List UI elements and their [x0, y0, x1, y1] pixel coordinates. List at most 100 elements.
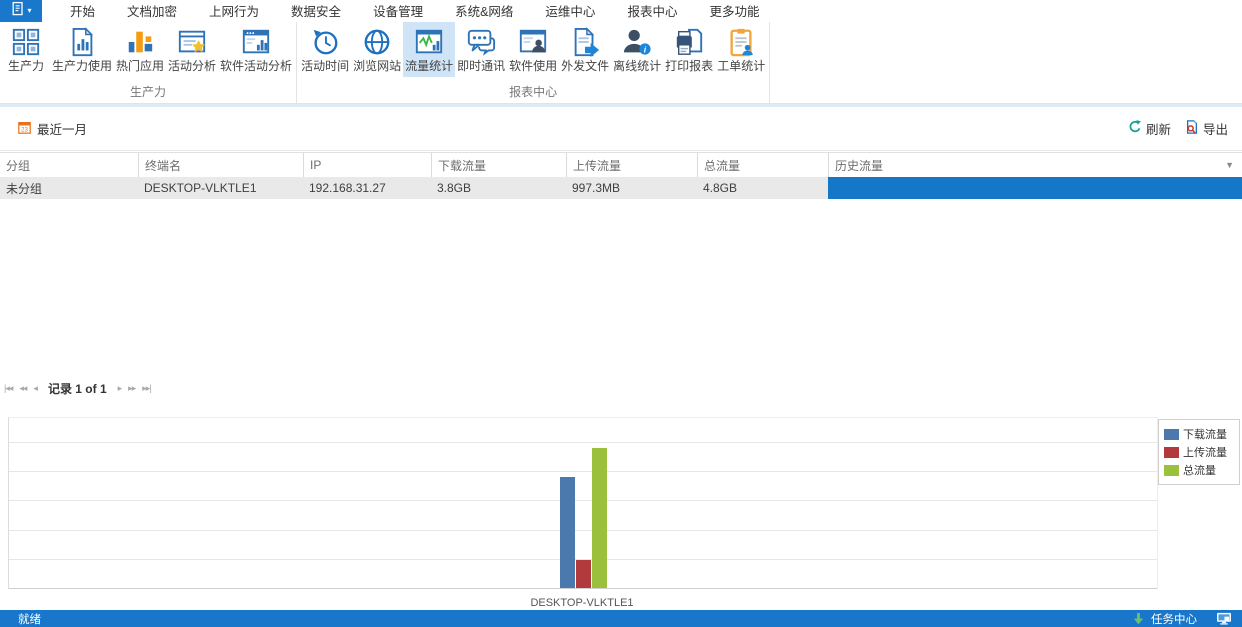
column-header-label: 终端名: [145, 158, 182, 173]
column-header-history[interactable]: 历史流量 ▼: [828, 153, 1242, 177]
tab-5[interactable]: 设备管理: [357, 0, 439, 22]
ribbon-item-label: 浏览网站: [353, 59, 402, 73]
chart-plot-area: [8, 417, 1158, 589]
last-right-page-button[interactable]: ▸▸|: [142, 383, 151, 393]
app-menu-button[interactable]: ▾: [0, 0, 42, 22]
tab-2[interactable]: 文档加密: [111, 0, 193, 22]
tab-label: 设备管理: [373, 5, 424, 19]
clock-icon: [310, 27, 340, 57]
chart-gridline: [9, 529, 1157, 531]
ribbon-item-label: 外发文件: [561, 59, 610, 73]
cell-terminal: DESKTOP-VLKTLE1: [144, 181, 257, 195]
export-label: 导出: [1202, 123, 1228, 137]
date-range-label: 最近一月: [37, 123, 88, 137]
export-button[interactable]: 导出: [1185, 119, 1228, 138]
ribbon-item-label: 软件使用: [509, 59, 558, 73]
legend-label: 下载流量: [1183, 429, 1227, 441]
ribbon-group-label: 报表中心: [509, 85, 558, 99]
ribbon-item-label: 流量统计: [405, 59, 454, 73]
bar-上传流量[interactable]: [575, 559, 591, 588]
ribbon-group: 活动时间 浏览网站 流量统计 即时通讯 软件使用 外发文件 i 离线统计 打印报表 工单统计报表中…: [297, 22, 771, 103]
ribbon-item-traffic[interactable]: 流量统计: [403, 22, 456, 77]
ribbon-item-grid[interactable]: 生产力: [2, 22, 50, 77]
column-header-label: 下载流量: [438, 158, 487, 173]
doc-chart-icon: [67, 27, 97, 57]
ribbon-item-label: 工单统计: [717, 59, 766, 73]
status-bar: 就绪 任务中心: [0, 610, 1242, 627]
hot-apps-icon: [125, 27, 155, 57]
ribbon-item-globe[interactable]: 浏览网站: [351, 22, 403, 77]
column-header-label: 历史流量: [835, 158, 884, 173]
column-header-upload[interactable]: 上传流量: [566, 153, 697, 177]
workorder-icon: [726, 27, 756, 57]
column-header-download[interactable]: 下载流量: [431, 153, 566, 177]
ribbon-group-items: 生产力 生产力使用 热门应用 活动分析 软件活动分析: [2, 22, 294, 83]
tab-4[interactable]: 数据安全: [275, 0, 357, 22]
legend-item: 总流量: [1164, 462, 1234, 478]
tab-9[interactable]: 更多功能: [693, 0, 775, 22]
ribbon-group: 生产力 生产力使用 热门应用 活动分析 软件活动分析 生产力: [0, 22, 298, 103]
calendar-icon: 23: [18, 121, 31, 137]
legend-swatch: [1164, 446, 1179, 458]
column-header-label: 总流量: [704, 158, 741, 173]
last-left-page-button[interactable]: |◂◂: [4, 383, 13, 393]
ribbon-item-chat[interactable]: 即时通讯: [455, 22, 507, 77]
column-header-total[interactable]: 总流量: [697, 153, 828, 177]
tab-label: 开始: [70, 5, 96, 19]
monitor-icon[interactable]: [1216, 612, 1232, 625]
column-header-ip[interactable]: IP: [303, 153, 431, 177]
ribbon-item-label: 生产力: [7, 59, 44, 73]
chart-legend: 下载流量上传流量总流量: [1158, 419, 1240, 485]
column-header-terminal[interactable]: 终端名: [138, 153, 303, 177]
ribbon-item-workorder[interactable]: 工单统计: [715, 22, 767, 77]
task-center-button[interactable]: 任务中心: [1151, 611, 1197, 627]
ribbon-toolbar: 生产力 生产力使用 热门应用 活动分析 软件活动分析 生产力 活动时间 浏览网站 流量统计 即时通…: [0, 22, 1242, 104]
tab-8[interactable]: 报表中心: [611, 0, 693, 24]
column-header-label: 分组: [6, 158, 31, 173]
cell-total: 4.8GB: [703, 181, 738, 195]
fast-backward-button[interactable]: ◂◂: [19, 383, 27, 393]
ribbon-item-file-out[interactable]: 外发文件: [559, 22, 611, 77]
ribbon-item-offline[interactable]: i 离线统计: [611, 22, 663, 77]
record-count-label: 记录 1 of 1: [47, 381, 107, 396]
date-range-filter[interactable]: 23 最近一月: [18, 119, 87, 138]
ribbon-item-activity-star[interactable]: 活动分析: [166, 22, 218, 77]
ribbon-item-hot-apps[interactable]: 热门应用: [114, 22, 166, 77]
tab-label: 运维中心: [545, 5, 596, 19]
traffic-table: 分组 终端名 IP 下载流量 上传流量 总流量 历史流量 ▼ 未分组 DESKTOP-VLKTL…: [0, 152, 1242, 199]
chevron-down-icon: ▾: [27, 6, 32, 15]
table-row[interactable]: 未分组 DESKTOP-VLKTLE1 192.168.31.27 3.8GB 997.…: [0, 177, 1242, 199]
refresh-icon: [1128, 120, 1142, 137]
ribbon-group-label: 生产力: [130, 85, 167, 99]
ribbon-item-printer[interactable]: 打印报表: [663, 22, 715, 77]
bar-下载流量[interactable]: [559, 476, 575, 588]
tab-6[interactable]: 系统&网络: [439, 0, 529, 22]
legend-item: 上传流量: [1164, 444, 1234, 460]
pagination: |◂◂ ◂◂ ◂ 记录 1 of 1 ▸ ▸▸ ▸▸|: [0, 379, 1242, 397]
next-page-button[interactable]: ▸: [118, 383, 122, 393]
column-filter-dropdown-icon[interactable]: ▼: [1225, 160, 1234, 170]
ribbon-item-software-user[interactable]: 软件使用: [507, 22, 559, 77]
tab-3[interactable]: 上网行为: [193, 0, 275, 22]
filter-actions: 刷新 导出: [1128, 119, 1228, 138]
category-label: DESKTOP-VLKTLE1: [530, 597, 634, 609]
bar-总流量[interactable]: [591, 447, 607, 588]
legend-swatch: [1164, 428, 1179, 440]
legend-item: 下载流量: [1164, 426, 1234, 442]
previous-page-button[interactable]: ◂: [33, 383, 37, 393]
tab-1[interactable]: 开始: [54, 0, 111, 22]
software-user-icon: [518, 27, 548, 57]
tab-label: 数据安全: [291, 5, 342, 19]
ribbon-item-clock[interactable]: 活动时间: [299, 22, 351, 77]
ribbon-item-software-activity[interactable]: 软件活动分析: [218, 22, 294, 77]
ribbon-item-doc-chart[interactable]: 生产力使用: [50, 22, 114, 77]
fast-forward-button[interactable]: ▸▸: [128, 383, 136, 393]
globe-icon: [362, 27, 392, 57]
refresh-button[interactable]: 刷新: [1128, 119, 1171, 138]
tab-7[interactable]: 运维中心: [529, 0, 611, 22]
column-header-label: IP: [310, 158, 322, 172]
history-traffic-bar: [828, 177, 1242, 199]
tab-label: 报表中心: [625, 0, 680, 24]
column-header-group[interactable]: 分组: [0, 153, 138, 177]
filter-bar: 23 最近一月 刷新 导出: [0, 107, 1242, 151]
